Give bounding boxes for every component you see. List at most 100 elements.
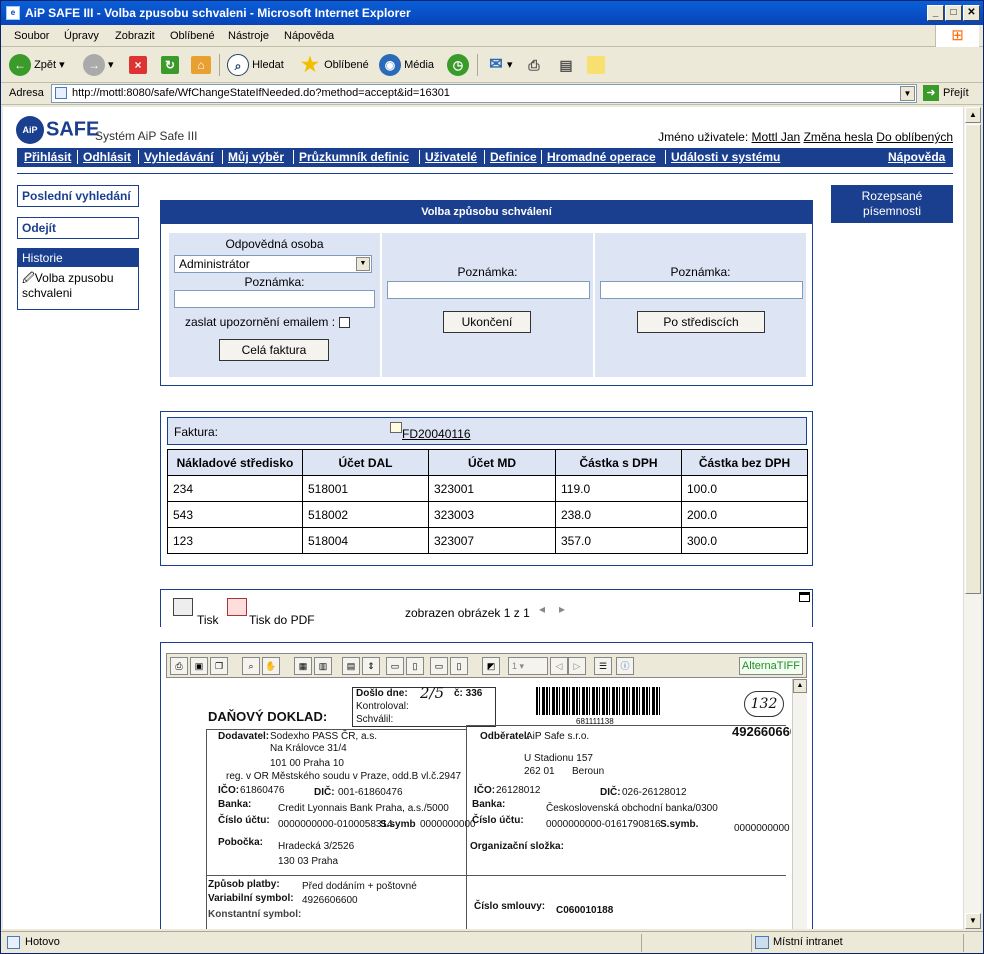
buyer-addr1: U Stadionu 157	[524, 753, 593, 764]
media-button[interactable]: ◉ Média	[379, 53, 434, 77]
scroll-up-icon[interactable]: ▲	[965, 107, 981, 123]
invert-icon[interactable]: ◩	[482, 657, 500, 675]
mail-button[interactable]: ✉ ▾	[485, 53, 512, 77]
change-password-link[interactable]: Změna hesla	[804, 130, 873, 144]
go-button[interactable]: ➜ Přejít	[923, 84, 969, 103]
invoice-header: Faktura: FD20040116	[167, 417, 807, 445]
print-button[interactable]: ⎙	[523, 53, 545, 77]
nav-vyhledavani[interactable]: Vyhledávání	[138, 150, 214, 164]
forward-button[interactable]: → ▾	[83, 53, 114, 77]
menu-nastroje[interactable]: Nástroje	[228, 30, 269, 42]
responsible-select[interactable]: Administrátor ▼	[174, 255, 372, 273]
maximize-button[interactable]: □	[945, 5, 962, 21]
note-button[interactable]	[587, 53, 605, 77]
org-unit-label: Organizační složka:	[470, 841, 564, 852]
note-input-3[interactable]	[600, 281, 803, 299]
status-separator	[963, 934, 964, 952]
close-button[interactable]: ✕	[963, 5, 980, 21]
rotate-right-icon[interactable]: ▭	[430, 657, 448, 675]
history-button[interactable]: ◷	[447, 53, 469, 77]
prev-icon[interactable]: ◁	[550, 657, 568, 675]
doc-received-label: Došlo dne:	[356, 688, 408, 699]
fit-height-icon[interactable]: ▤	[342, 657, 360, 675]
next-icon[interactable]: ▷	[568, 657, 586, 675]
pan-hand-icon[interactable]: ✋	[262, 657, 280, 675]
print-icon[interactable]: ⎙	[170, 657, 188, 675]
page-select[interactable]: 1 ▾	[508, 657, 548, 675]
add-favorites-link[interactable]: Do oblíbených	[876, 130, 953, 144]
viewer-scrollbar[interactable]: ▲	[792, 679, 807, 929]
menu-napoveda[interactable]: Nápověda	[284, 30, 334, 42]
page-scrollbar[interactable]: ▲ ▼	[963, 107, 981, 929]
home-button[interactable]: ⌂	[191, 53, 211, 77]
logout-button[interactable]: Odejít	[17, 217, 139, 239]
menu-zobrazit[interactable]: Zobrazit	[115, 30, 155, 42]
nav-pruzkumnik[interactable]: Průzkumník definic	[293, 150, 409, 164]
rotate-left-icon[interactable]: ▭	[386, 657, 404, 675]
user-link[interactable]: Mottl Jan	[752, 130, 801, 144]
page-view-icon[interactable]: ▯	[406, 657, 424, 675]
back-button[interactable]: ← Zpět ▾	[9, 53, 65, 77]
history-item[interactable]: 🖉Volba zpusobu schvaleni	[18, 267, 138, 305]
col-header: Částka s DPH	[555, 449, 682, 476]
viewer-toolbar: ⎙ ▣ ❐ ⌕ ✋ ▦ ▥ ▤ ⇕ ▭ ▯ ▭ ▯ ◩ 1 ▾ ◁ ▷ ☰ ⓘ …	[166, 653, 807, 678]
last-search-button[interactable]: Poslední vyhledání	[17, 185, 139, 207]
scroll-up-icon[interactable]: ▲	[793, 679, 807, 693]
supplier-label: Dodavatel:	[218, 731, 270, 742]
nav-definice[interactable]: Definice	[484, 150, 537, 164]
nav-hromadne[interactable]: Hromadné operace	[541, 150, 656, 164]
properties-icon[interactable]: ☰	[594, 657, 612, 675]
note-input-2[interactable]	[387, 281, 590, 299]
whole-invoice-button[interactable]: Celá faktura	[219, 339, 329, 361]
fit-page-icon[interactable]: ▦	[294, 657, 312, 675]
portrait-icon[interactable]: ▯	[450, 657, 468, 675]
buyer-ico: 26128012	[496, 785, 541, 796]
nav-prihlasit[interactable]: Přihlásit	[19, 150, 71, 164]
scroll-thumb[interactable]	[965, 124, 981, 594]
maximize-icon[interactable]	[799, 592, 810, 602]
menu-soubor[interactable]: Soubor	[14, 30, 49, 42]
nav-uzivatele[interactable]: Uživatelé	[419, 150, 477, 164]
scroll-down-icon[interactable]: ▼	[965, 913, 981, 929]
edit-button[interactable]: ▤	[555, 53, 577, 77]
refresh-button[interactable]: ↻	[161, 53, 179, 77]
prev-page-icon[interactable]: ◂	[539, 602, 545, 616]
logo-badge: AiP	[16, 116, 44, 144]
nav-odhlasit[interactable]: Odhlásit	[77, 150, 131, 164]
next-page-icon[interactable]: ▸	[559, 602, 565, 616]
search-button[interactable]: ⌕ Hledat	[227, 53, 284, 77]
address-input[interactable]: http://mottl:8080/safe/WfChangeStateIfNe…	[51, 84, 917, 103]
zoom-stepper-icon[interactable]: ⇕	[362, 657, 380, 675]
copy-icon[interactable]: ❐	[210, 657, 228, 675]
by-centers-button[interactable]: Po střediscích	[637, 311, 765, 333]
intranet-icon	[755, 936, 769, 949]
end-button[interactable]: Ukončení	[443, 311, 531, 333]
payment-value: Před dodáním + poštovné	[302, 881, 417, 892]
save-icon[interactable]: ▣	[190, 657, 208, 675]
favorites-button[interactable]: ★ Oblíbené	[299, 53, 369, 77]
handwritten-circle: 132	[744, 691, 784, 717]
menu-upravy[interactable]: Úpravy	[64, 30, 99, 42]
print-link[interactable]: Tisk	[197, 613, 219, 627]
minimize-button[interactable]: _	[927, 5, 944, 21]
invoice-number-link[interactable]: FD20040116	[402, 427, 471, 441]
user-label: Jméno uživatele:	[658, 130, 749, 144]
history-box: Historie 🖉Volba zpusobu schvaleni	[17, 248, 139, 310]
address-dropdown-icon[interactable]: ▼	[900, 86, 915, 101]
table-row: 123 518004 323007 357.0 300.0	[167, 527, 808, 554]
vs-value: 4926606600	[302, 895, 358, 906]
nav-muj-vyber[interactable]: Můj výběr	[222, 150, 284, 164]
stop-button[interactable]: ×	[129, 53, 147, 77]
info-icon[interactable]: ⓘ	[616, 657, 634, 675]
menu-oblibene[interactable]: Oblíbené	[170, 30, 215, 42]
fit-width-icon[interactable]: ▥	[314, 657, 332, 675]
drafts-button[interactable]: Rozepsané písemnosti	[831, 185, 953, 223]
nav-udalosti[interactable]: Události v systému	[665, 150, 780, 164]
zoom-icon[interactable]: ⌕	[242, 657, 260, 675]
note-input-1[interactable]	[174, 290, 375, 308]
email-notify-checkbox[interactable]	[339, 317, 351, 329]
nav-napoveda[interactable]: Nápověda	[883, 150, 945, 164]
print-pdf-link[interactable]: Tisk do PDF	[249, 613, 315, 627]
favorites-label: Oblíbené	[324, 59, 369, 71]
supplier-addr1: Na Královce 31/4	[270, 743, 347, 754]
